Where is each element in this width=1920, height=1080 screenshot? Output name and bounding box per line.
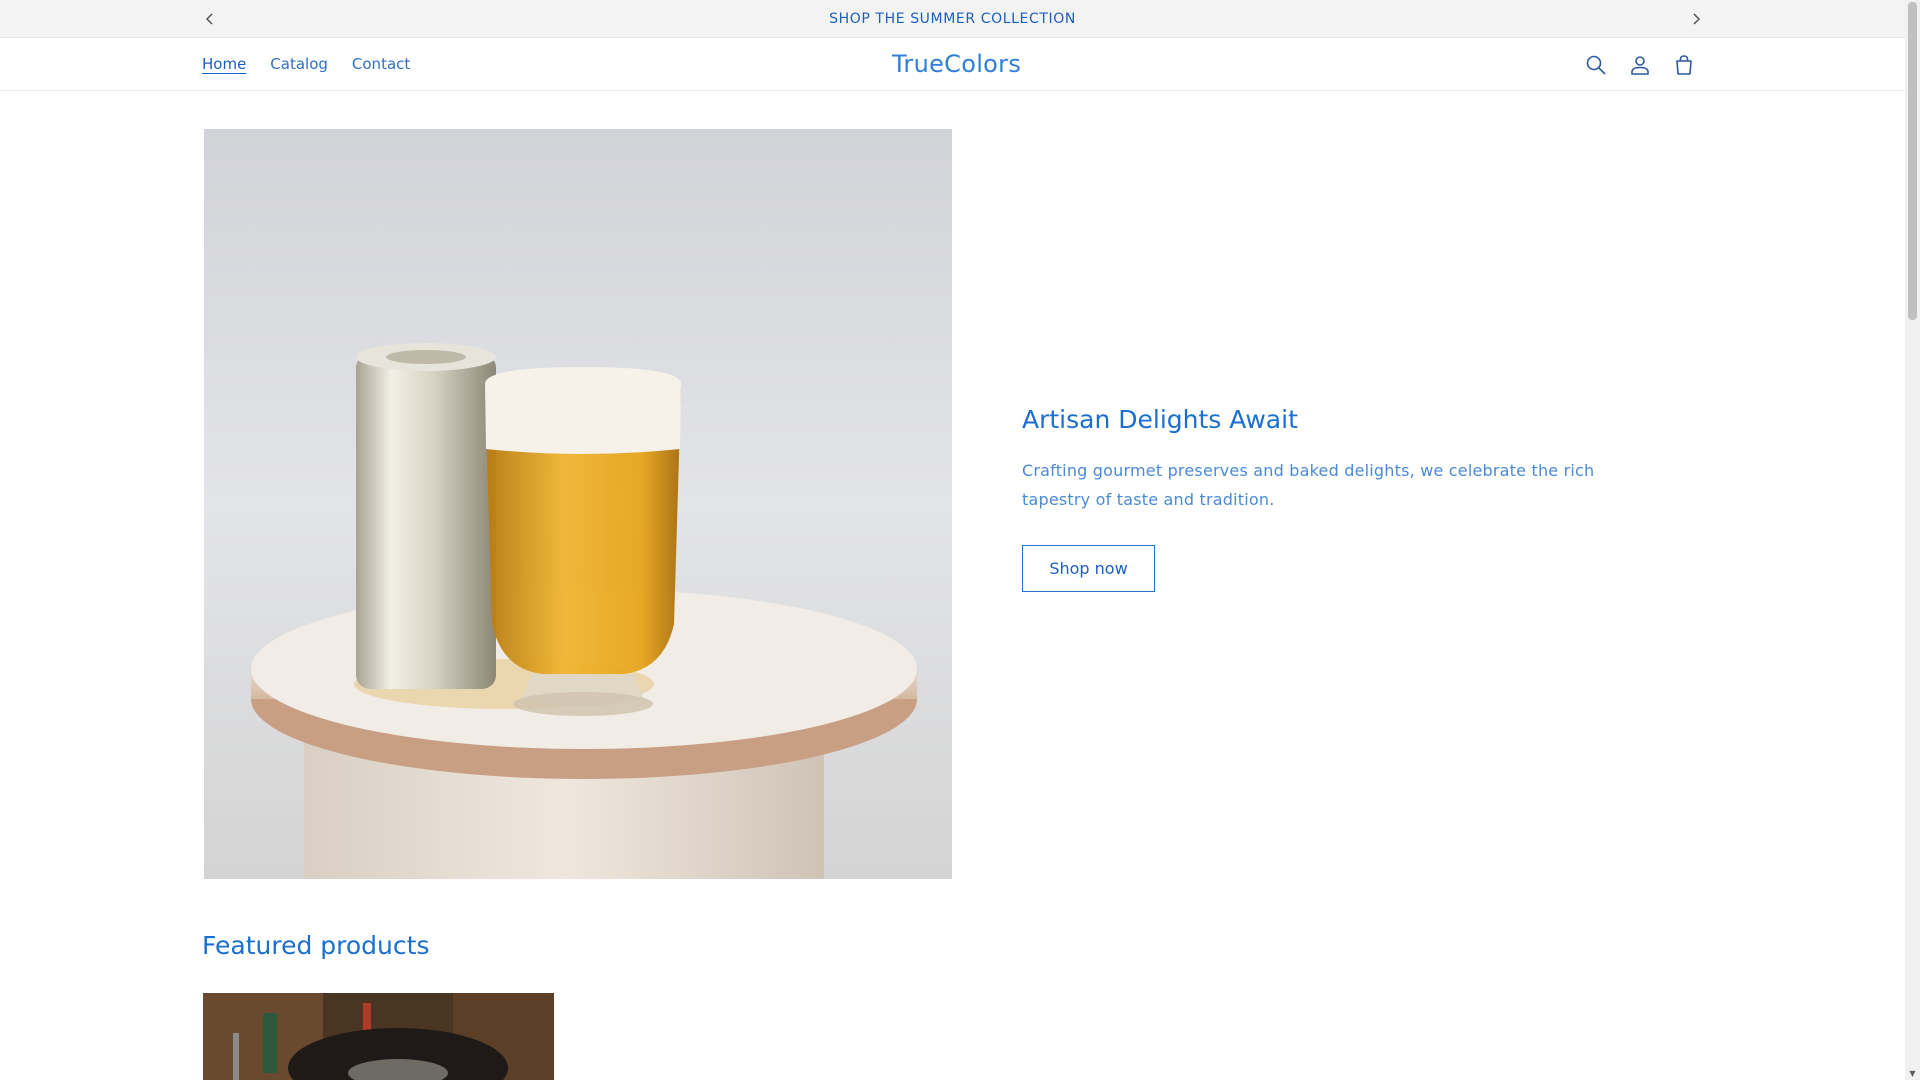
chevron-left-icon[interactable] xyxy=(199,8,221,30)
search-icon[interactable] xyxy=(1582,51,1610,79)
nav-item-home[interactable]: Home xyxy=(202,55,246,73)
shop-now-button[interactable]: Shop now xyxy=(1022,545,1155,592)
product-thumbnail-illustration xyxy=(203,993,554,1080)
announcement-bar: SHOP THE SUMMER COLLECTION xyxy=(0,0,1905,38)
nav-item-contact[interactable]: Contact xyxy=(352,55,410,73)
scrollbar-thumb[interactable] xyxy=(1908,2,1917,320)
nav-item-catalog[interactable]: Catalog xyxy=(270,55,328,73)
hero-title: Artisan Delights Await xyxy=(1022,405,1298,434)
hero-description: Crafting gourmet preserves and baked del… xyxy=(1022,461,1595,509)
brand-logo[interactable]: TrueColors xyxy=(892,50,1021,78)
product-card-image[interactable] xyxy=(203,993,554,1080)
page: SHOP THE SUMMER COLLECTION Home Catalog … xyxy=(0,0,1920,1080)
chevron-right-icon[interactable] xyxy=(1685,8,1707,30)
page-scrollbar[interactable]: ▼ xyxy=(1905,0,1920,1080)
hero-content: Artisan Delights Await Crafting gourmet … xyxy=(1022,405,1632,592)
site-header: Home Catalog Contact TrueColors xyxy=(0,39,1905,91)
hero-still-life-illustration xyxy=(204,129,952,879)
scroll-down-arrow-icon[interactable]: ▼ xyxy=(1908,1068,1917,1078)
announcement-text[interactable]: SHOP THE SUMMER COLLECTION xyxy=(829,11,1076,27)
account-icon[interactable] xyxy=(1626,51,1654,79)
main-nav: Home Catalog Contact xyxy=(202,55,434,73)
cart-icon[interactable] xyxy=(1670,51,1698,79)
hero-image xyxy=(204,129,952,879)
featured-products-title: Featured products xyxy=(202,931,430,960)
